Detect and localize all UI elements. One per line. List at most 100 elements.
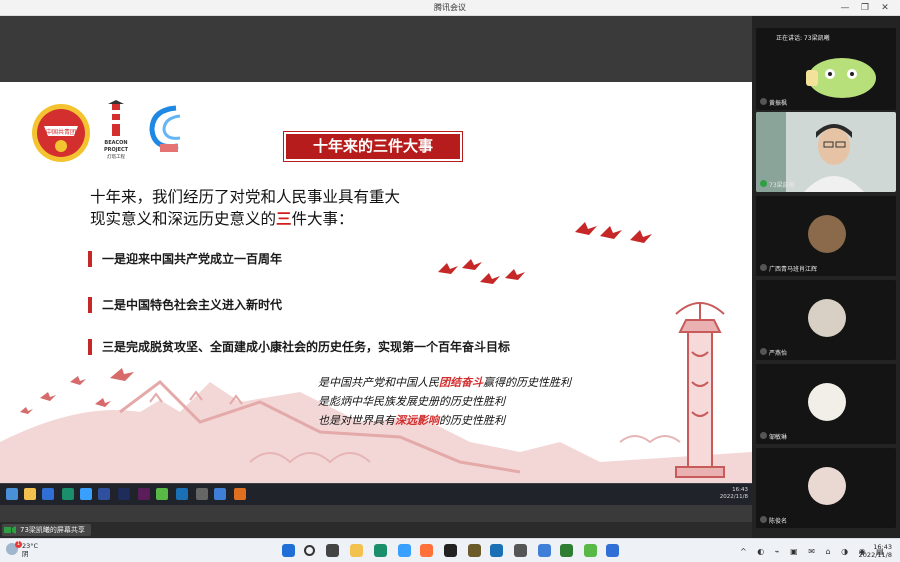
close-button[interactable]: ✕ <box>878 1 892 15</box>
participant-name-text: 严燕怡 <box>769 350 788 357</box>
participant-tile[interactable]: 正在讲话: 73梁凯曦 黄振枫 <box>756 28 896 110</box>
remote-ps-icon[interactable] <box>118 488 130 500</box>
participant-name-text: 邹敏琳 <box>769 434 788 441</box>
remote-app2-icon[interactable] <box>98 488 110 500</box>
remote-date: 2022/11/8 <box>719 494 748 500</box>
shared-screen-area: 中国共青团 BEACON PROJECT 灯塔工程 十年来的三件大事 十年来，我… <box>0 16 752 522</box>
app-root: 腾讯会议 — ❐ ✕ 中国共青团 BEACON PROJECT 灯塔工程 十年来… <box>0 0 900 562</box>
remote-wechat-icon[interactable] <box>156 488 168 500</box>
participant-name-text: 广西青马班肖江辉 <box>769 266 818 273</box>
mic-active-icon <box>760 180 767 187</box>
participant-name: 73梁凯曦 <box>760 180 795 189</box>
participant-tile[interactable]: 广西青马班肖江辉 <box>756 196 896 276</box>
point-3: 三是完成脱贫攻坚、全面建成小康社会的历史任务，实现第一个百年奋斗目标 <box>88 338 510 356</box>
maximize-button[interactable]: ❐ <box>858 1 872 15</box>
slide-lead-text: 十年来，我们经历了对党和人民事业具有重大 现实意义和深远历史意义的三件大事： <box>90 186 400 230</box>
lead-highlight-three: 三 <box>276 209 292 228</box>
participant-tile[interactable]: 陈俊名 <box>756 448 896 528</box>
remote-meeting-icon[interactable] <box>214 488 226 500</box>
youth-league-logo: 中国共青团 <box>30 102 92 164</box>
edge-icon[interactable] <box>398 544 411 557</box>
wechat-icon[interactable] <box>584 544 597 557</box>
quote-line-1: 是中国共产党和中国人民团结奋斗赢得的历史性胜利 <box>318 374 571 390</box>
remote-edge-icon[interactable] <box>80 488 92 500</box>
app-icon-gear[interactable] <box>514 544 527 557</box>
clock-date: 2022/11/8 <box>858 551 892 559</box>
system-clock[interactable]: 16:43 2022/11/8 <box>859 543 892 559</box>
participant-tile[interactable]: 严燕怡 <box>756 280 896 360</box>
weather-desc: 阴 <box>22 550 29 558</box>
app-icon-league[interactable] <box>468 544 481 557</box>
app-icon-green[interactable] <box>560 544 573 557</box>
youth-league-logo-text: 中国共青团 <box>45 129 76 136</box>
remote-start-icon[interactable] <box>6 488 18 500</box>
participants-panel: 正在讲话: 73梁凯曦 黄振枫 73梁凯曦 广西青马班肖江辉 严燕怡 邹敏琳 陈… <box>752 16 900 538</box>
beacon-logo-line1: BEACON <box>104 140 128 146</box>
quote-1c: 赢得的历史性胜利 <box>483 376 571 389</box>
participant-name: 广西青马班肖江辉 <box>760 264 817 273</box>
minimize-button[interactable]: — <box>838 1 852 15</box>
lead-line-2a: 现实意义和深远历史意义的 <box>90 210 277 228</box>
app-icon-blue[interactable] <box>538 544 551 557</box>
notification-badge: 1 <box>15 541 22 548</box>
remote-folder-icon[interactable] <box>24 488 36 500</box>
avatar <box>808 299 846 337</box>
share-bar: 73梁凯曦的屏幕共享 <box>0 522 752 538</box>
mic-muted-icon <box>760 432 767 439</box>
speaking-indicator: 正在讲话: 73梁凯曦 <box>776 35 830 42</box>
quote-line-3: 也是对世界具有深远影响的历史性胜利 <box>318 412 505 428</box>
task-view-icon[interactable] <box>326 544 339 557</box>
mic-muted-icon <box>760 264 767 271</box>
mic-muted-icon <box>760 516 767 523</box>
remote-browser-icon[interactable] <box>62 488 74 500</box>
participant-name: 邹敏琳 <box>760 432 787 441</box>
remote-steam-icon[interactable] <box>176 488 188 500</box>
screen-share-label[interactable]: 73梁凯曦的屏幕共享 <box>2 524 91 536</box>
start-icon[interactable] <box>282 544 295 557</box>
slide-title: 十年来的三件大事 <box>283 131 463 162</box>
file-explorer-icon[interactable] <box>350 544 363 557</box>
lead-line-2c: 件大事： <box>291 210 354 228</box>
quote-3-highlight: 深远影响 <box>395 414 439 427</box>
clock-time: 16:43 <box>873 543 892 551</box>
quote-line-2: 是彪炳中华民族发展史册的历史性胜利 <box>318 395 505 408</box>
point-1: 一是迎来中国共产党成立一百周年 <box>88 250 282 268</box>
sticker-avatar <box>806 58 876 98</box>
lead-line-1: 十年来，我们经历了对党和人民事业具有重大 <box>90 188 401 206</box>
quote-1-highlight: 团结奋斗 <box>439 376 483 389</box>
mic-muted-icon <box>760 348 767 355</box>
mic-icon <box>760 98 767 105</box>
tencent-meeting-icon[interactable] <box>606 544 619 557</box>
avatar <box>808 467 846 505</box>
participant-name-text: 陈俊名 <box>769 518 788 525</box>
participant-name: 黄振枫 <box>760 98 787 107</box>
app-icon-c[interactable] <box>444 544 457 557</box>
screen-share-text: 73梁凯曦的屏幕共享 <box>20 526 85 534</box>
remote-time: 16:43 <box>732 487 748 493</box>
participant-tile[interactable]: 73梁凯曦 <box>756 112 896 192</box>
edge-dev-icon[interactable] <box>374 544 387 557</box>
beacon-logo-line2: PROJECT <box>103 147 129 153</box>
slide: 中国共青团 BEACON PROJECT 灯塔工程 十年来的三件大事 十年来，我… <box>0 82 752 483</box>
steam-icon[interactable] <box>490 544 503 557</box>
firefox-icon[interactable] <box>420 544 433 557</box>
window-titlebar: 腾讯会议 — ❐ ✕ <box>0 0 900 16</box>
remote-app-icon[interactable] <box>42 488 54 500</box>
weather-widget[interactable]: 1 23°C 阴 <box>6 541 38 558</box>
participant-name: 陈俊名 <box>760 516 787 525</box>
participant-tile[interactable]: 邹敏琳 <box>756 364 896 444</box>
remote-premiere-icon[interactable] <box>138 488 150 500</box>
search-icon[interactable] <box>304 545 315 556</box>
remote-taskbar: 16:43 2022/11/8 <box>0 483 752 505</box>
screen-share-icon <box>4 526 16 534</box>
quote-3c: 的历史性胜利 <box>439 414 505 427</box>
remote-ppt-icon[interactable] <box>234 488 246 500</box>
participant-name: 严燕怡 <box>760 348 787 357</box>
point-2: 二是中国特色社会主义进入新时代 <box>88 296 282 314</box>
remote-clock: 16:43 2022/11/8 <box>720 487 748 501</box>
quote-3a: 也是对世界具有 <box>318 414 395 427</box>
beacon-project-logo: BEACON PROJECT 灯塔工程 <box>98 100 134 166</box>
participant-name-text: 黄振枫 <box>769 100 788 107</box>
swirl-logo <box>146 100 190 160</box>
remote-app3-icon[interactable] <box>196 488 208 500</box>
